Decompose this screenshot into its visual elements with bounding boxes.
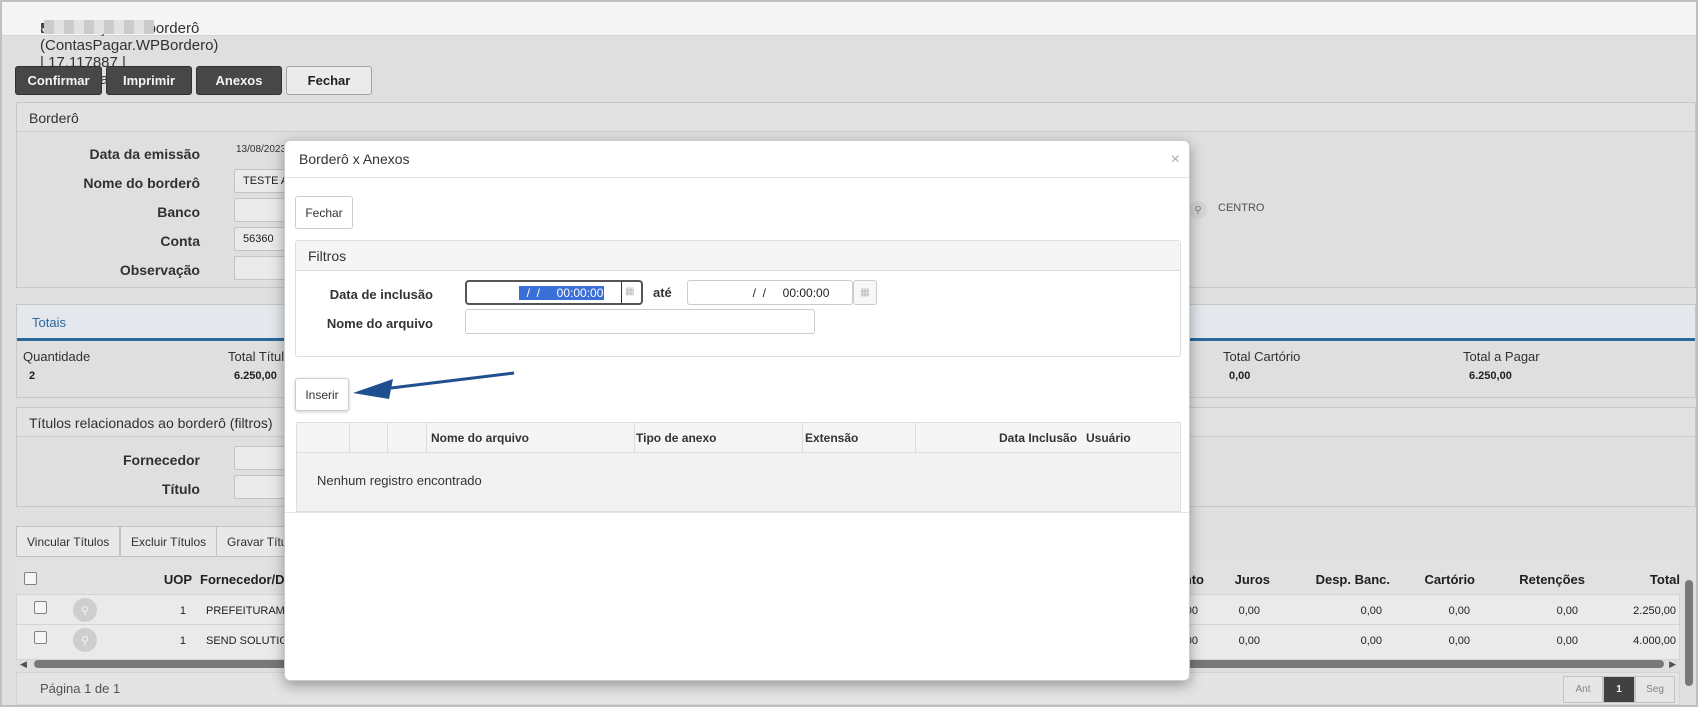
annotation-arrow	[353, 371, 515, 399]
modal-title: Borderô x Anexos	[299, 151, 410, 167]
col-extensao: Extensão	[805, 431, 859, 445]
col-usuario: Usuário	[1086, 431, 1131, 445]
anexos-grid: Nome do arquivo Tipo de anexo Extensão D…	[296, 422, 1181, 512]
nome-arquivo-field[interactable]	[465, 309, 815, 334]
empty-message: Nenhum registro encontrado	[317, 473, 482, 488]
calendar-icon[interactable]: ▦	[625, 286, 634, 297]
data-inclusao-de-field[interactable]: / / 00:00:00 ▦	[465, 280, 643, 305]
filtros-header: Filtros	[296, 241, 1180, 271]
nome-arquivo-label: Nome do arquivo	[326, 316, 433, 331]
col-data-inclusao: Data Inclusão	[999, 431, 1078, 445]
inserir-button[interactable]: Inserir	[295, 378, 349, 411]
anexos-modal: Borderô x Anexos × Fechar Filtros Data d…	[284, 140, 1190, 681]
col-nome-arquivo: Nome do arquivo	[431, 431, 530, 445]
ate-label: até	[653, 285, 672, 300]
data-inclusao-label: Data de inclusão	[329, 287, 433, 302]
col-tipo-anexo: Tipo de anexo	[636, 431, 717, 445]
data-inclusao-ate-field[interactable]: / / 00:00:00	[687, 280, 853, 305]
calendar-icon[interactable]: ▦	[853, 280, 877, 305]
modal-fechar-button[interactable]: Fechar	[295, 196, 353, 229]
close-icon[interactable]: ×	[1171, 151, 1180, 169]
